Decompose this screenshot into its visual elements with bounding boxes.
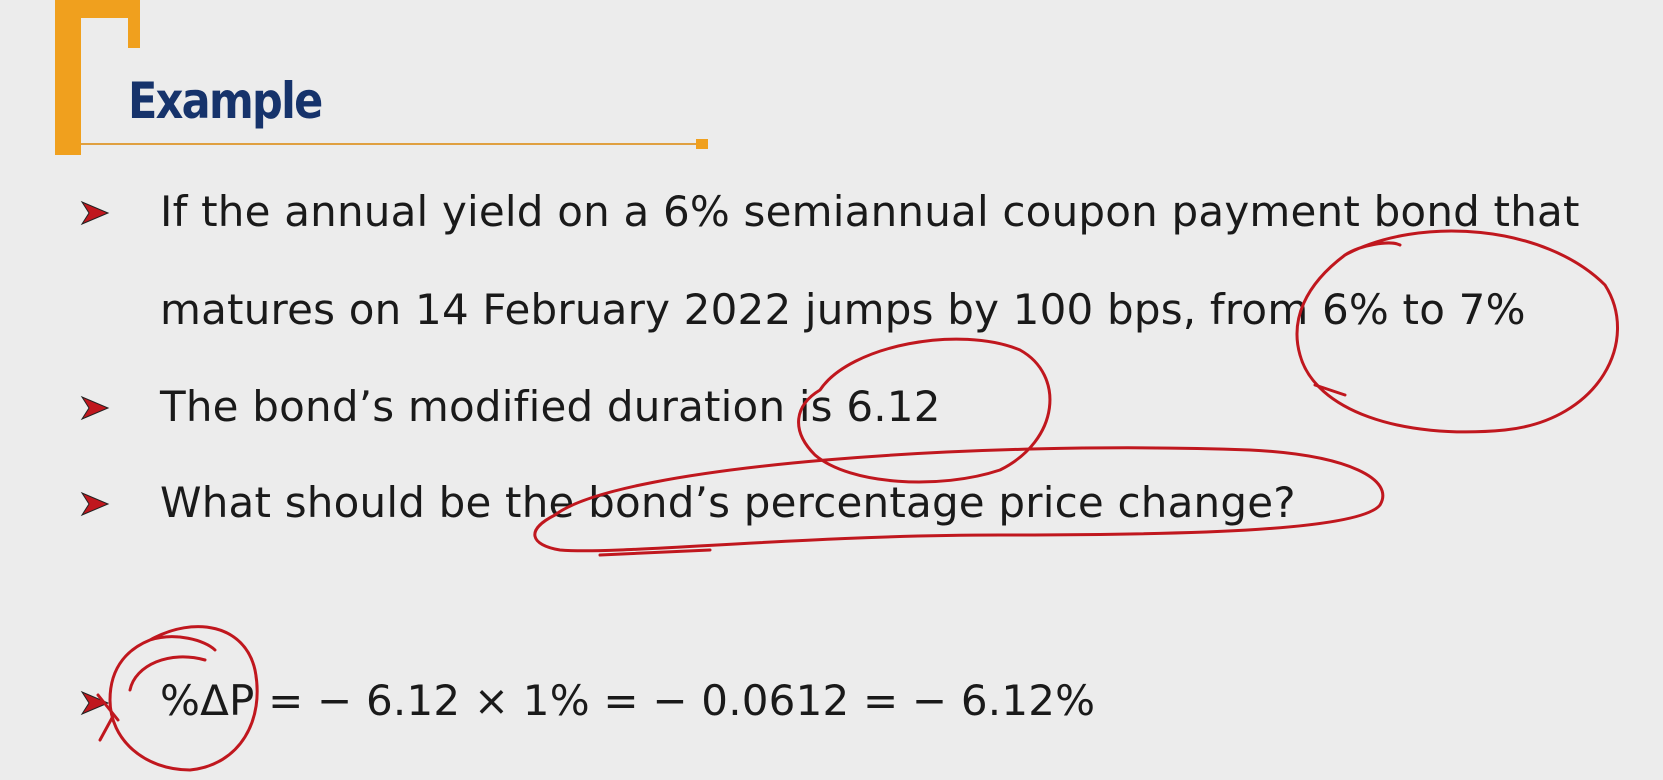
bullet-arrow-icon xyxy=(80,200,110,226)
bullet-text-3: What should be the bond’s percentage pri… xyxy=(160,478,1296,527)
annotation-tick-6-to-7 xyxy=(1313,383,1347,397)
bullet-arrow-icon xyxy=(80,491,110,517)
bullet-text-1: If the annual yield on a 6% semiannual c… xyxy=(160,187,1580,236)
title-underline-end xyxy=(696,139,708,149)
bullet-arrow-icon xyxy=(80,395,110,421)
bullet-text-1-cont: matures on 14 February 2022 jumps by 100… xyxy=(160,285,1526,334)
slide: Example If the annual yield on a 6% semi… xyxy=(0,0,1663,780)
title-bracket-right xyxy=(128,0,140,48)
slide-title: Example xyxy=(128,72,323,130)
bullet-arrow-icon xyxy=(80,690,110,716)
bullet-text-4-formula: %ΔP = − 6.12 × 1% = − 0.0612 = − 6.12% xyxy=(160,676,1096,725)
title-bracket-left xyxy=(55,0,81,155)
title-underline xyxy=(81,143,701,145)
bullet-text-2: The bond’s modified duration is 6.12 xyxy=(160,382,941,431)
